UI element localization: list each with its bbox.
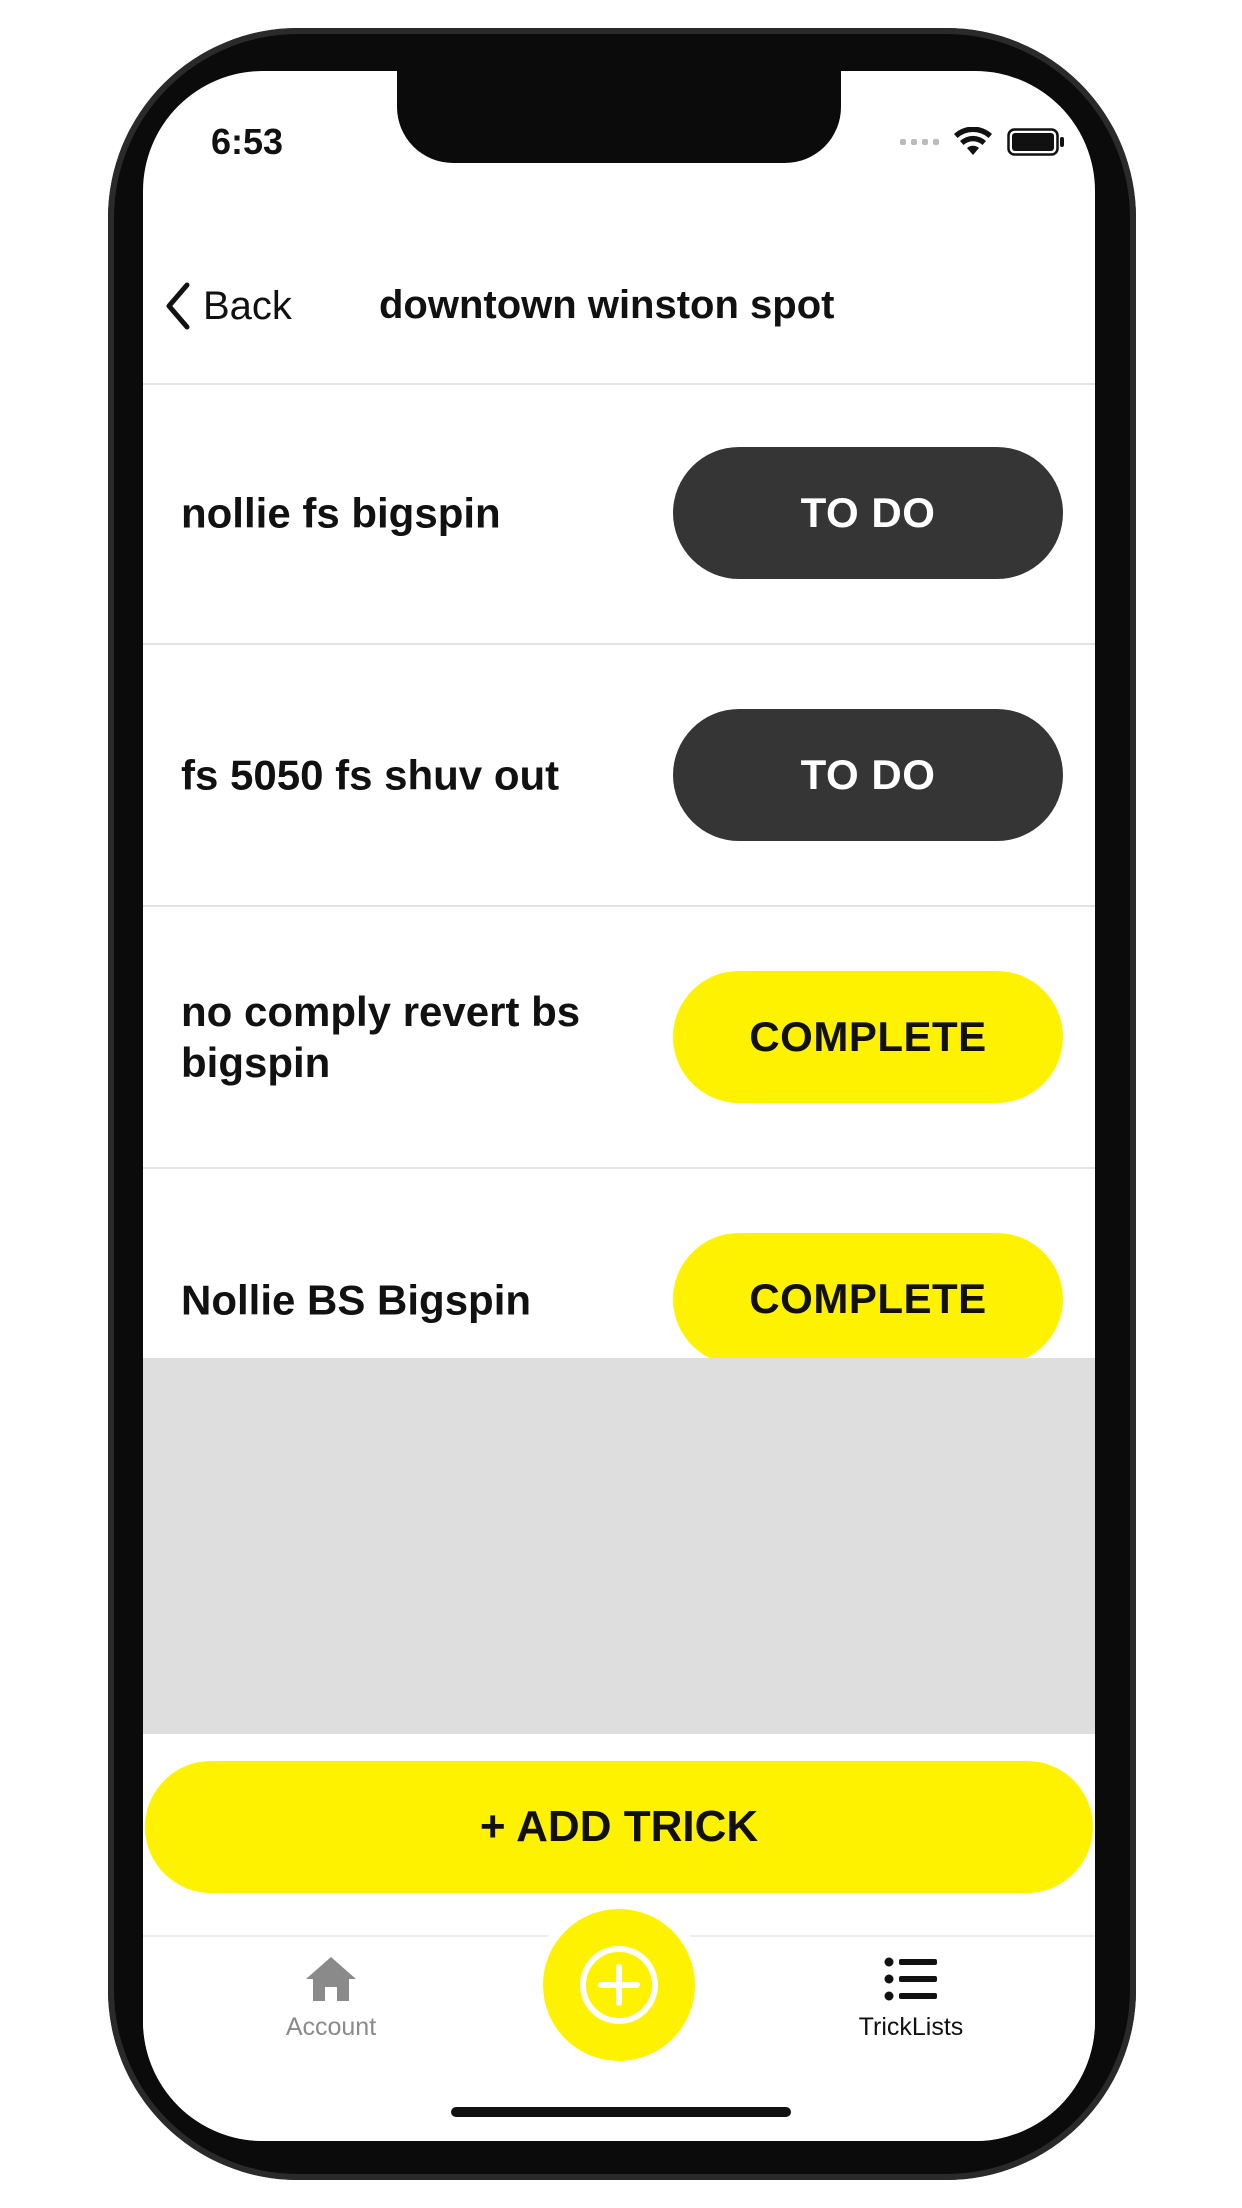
cellular-signal-icon bbox=[900, 139, 939, 145]
complete-status-button[interactable]: COMPLETE bbox=[673, 1233, 1063, 1365]
wifi-icon bbox=[954, 127, 992, 155]
add-trick-button[interactable]: + ADD TRICK bbox=[145, 1761, 1093, 1893]
trick-name: Nollie BS Bigspin bbox=[181, 1276, 532, 1324]
status-time: 6:53 bbox=[211, 121, 284, 162]
add-fab-button[interactable] bbox=[543, 1909, 695, 2061]
trick-row: nollie fs bigspin TO DO bbox=[143, 383, 1095, 645]
navigation-bar: Back downtown winston spot bbox=[143, 231, 1095, 385]
empty-list-area bbox=[143, 1358, 1095, 1734]
trick-name: fs 5050 fs shuv out bbox=[181, 751, 560, 799]
back-label: Back bbox=[203, 283, 292, 328]
home-indicator bbox=[451, 2107, 791, 2117]
battery-icon bbox=[1007, 128, 1064, 156]
status-icons bbox=[900, 127, 1065, 157]
device-notch bbox=[397, 71, 841, 163]
page-title: downtown winston spot bbox=[379, 283, 835, 327]
todo-status-button[interactable]: TO DO bbox=[673, 709, 1063, 841]
tab-account-label: Account bbox=[285, 2013, 377, 2041]
plus-circle-icon bbox=[580, 1946, 658, 2024]
todo-status-button[interactable]: TO DO bbox=[673, 447, 1063, 579]
trick-row: no comply revert bs bigspin COMPLETE bbox=[143, 907, 1095, 1169]
trick-row: fs 5050 fs shuv out TO DO bbox=[143, 645, 1095, 907]
trick-list: nollie fs bigspin TO DO fs 5050 fs shuv … bbox=[143, 383, 1095, 1431]
tab-tricklists[interactable]: TrickLists bbox=[801, 1955, 1021, 2042]
trick-name: nollie fs bigspin bbox=[181, 489, 501, 537]
home-icon bbox=[306, 1957, 356, 2001]
complete-status-button[interactable]: COMPLETE bbox=[673, 971, 1063, 1103]
chevron-left-icon bbox=[166, 282, 190, 330]
tab-account[interactable]: Account bbox=[221, 1955, 441, 2042]
app-screen: 6:53 Back downtown winston spot nollie f… bbox=[143, 71, 1095, 2141]
list-icon bbox=[884, 1957, 937, 2001]
tab-tricklists-label: TrickLists bbox=[858, 2013, 964, 2041]
page: 6:53 Back downtown winston spot nollie f… bbox=[0, 0, 1242, 2208]
trick-name: no comply revert bs bigspin bbox=[181, 987, 581, 1086]
back-button[interactable]: Back bbox=[163, 281, 292, 331]
